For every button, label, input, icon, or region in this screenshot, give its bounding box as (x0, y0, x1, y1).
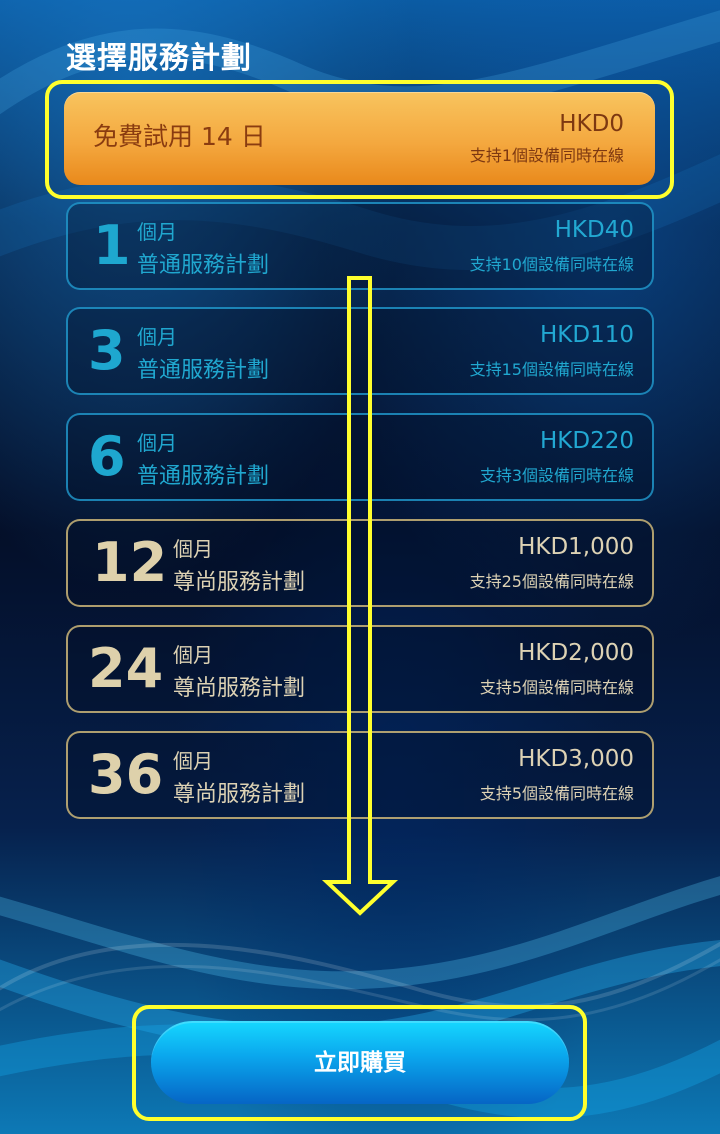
plan-devices: 支持15個設備同時在線 (469, 360, 634, 379)
plan-type-label: 普通服務計劃 (137, 253, 270, 278)
plan-devices: 支持5個設備同時在線 (479, 784, 634, 803)
plan-months-number: 6 (88, 425, 126, 488)
plan-months-unit: 個月 (137, 325, 177, 349)
plan-price: HKD2,000 (518, 640, 634, 666)
plan-card-6-month[interactable]: 6 個月 普通服務計劃 HKD220 支持3個設備同時在線 (66, 413, 654, 501)
plan-type-label: 尊尚服務計劃 (173, 676, 306, 701)
plan-card-free-trial[interactable]: 免費試用 14 日 HKD0 支持1個設備同時在線 (64, 92, 655, 185)
plan-months-unit: 個月 (137, 431, 177, 455)
plan-type-label: 尊尚服務計劃 (173, 570, 306, 595)
plan-card-3-month[interactable]: 3 個月 普通服務計劃 HKD110 支持15個設備同時在線 (66, 307, 654, 395)
plan-months-number: 12 (92, 531, 168, 594)
plan-type-label: 尊尚服務計劃 (173, 782, 306, 807)
trial-devices: 支持1個設備同時在線 (469, 146, 624, 165)
plan-months-unit: 個月 (137, 220, 177, 244)
plan-price: HKD1,000 (518, 534, 634, 560)
plan-devices: 支持10個設備同時在線 (469, 255, 634, 274)
plan-devices: 支持5個設備同時在線 (479, 678, 634, 697)
plan-price: HKD110 (540, 322, 634, 348)
trial-label: 免費試用 14 日 (93, 122, 266, 151)
trial-price: HKD0 (559, 111, 624, 137)
plan-card-12-month[interactable]: 12 個月 尊尚服務計劃 HKD1,000 支持25個設備同時在線 (66, 519, 654, 607)
plan-type-label: 普通服務計劃 (137, 464, 270, 489)
plan-months-unit: 個月 (173, 643, 213, 667)
buy-now-button[interactable]: 立即購買 (151, 1021, 569, 1104)
plan-card-36-month[interactable]: 36 個月 尊尚服務計劃 HKD3,000 支持5個設備同時在線 (66, 731, 654, 819)
plan-card-24-month[interactable]: 24 個月 尊尚服務計劃 HKD2,000 支持5個設備同時在線 (66, 625, 654, 713)
plan-months-number: 3 (88, 319, 126, 382)
plan-price: HKD3,000 (518, 746, 634, 772)
plan-devices: 支持3個設備同時在線 (479, 466, 634, 485)
plan-card-1-month[interactable]: 1 個月 普通服務計劃 HKD40 支持10個設備同時在線 (66, 202, 654, 290)
page-title: 選擇服務計劃 (66, 41, 252, 76)
plan-devices: 支持25個設備同時在線 (469, 572, 634, 591)
plan-months-number: 24 (88, 637, 164, 700)
plan-type-label: 普通服務計劃 (137, 358, 270, 383)
plan-price: HKD40 (554, 217, 634, 243)
plan-months-unit: 個月 (173, 749, 213, 773)
plan-months-number: 1 (93, 214, 131, 277)
plan-price: HKD220 (540, 428, 634, 454)
plan-months-unit: 個月 (173, 537, 213, 561)
plan-months-number: 36 (88, 743, 164, 806)
